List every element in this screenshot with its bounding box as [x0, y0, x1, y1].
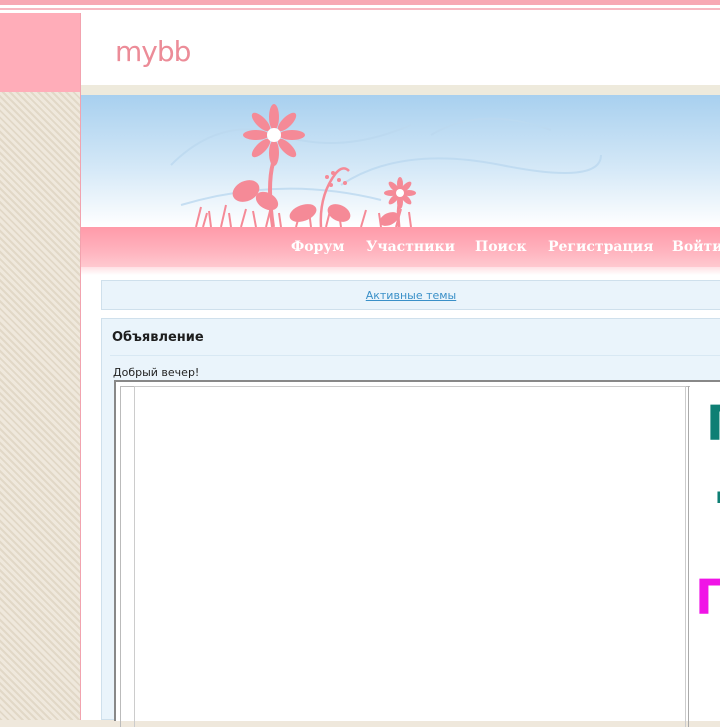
flower-banner-art	[170, 104, 602, 227]
nav-register[interactable]: Регистрация	[548, 239, 654, 255]
announcement-title: Объявление	[112, 330, 204, 345]
top-stripe-thick	[0, 0, 720, 5]
announcement-box: Объявление Добрый вечер! П Н П	[101, 318, 720, 727]
nav-forum[interactable]: Форум	[291, 239, 345, 255]
top-stripes	[0, 0, 720, 13]
nav-search[interactable]: Поиск	[475, 239, 527, 255]
frame-right-panel: П Н П	[688, 386, 720, 727]
active-topics-box: Активные темы	[101, 280, 720, 310]
site-logo[interactable]: mybb	[115, 35, 191, 68]
main-container: mybb we create dialogues Форум Участники…	[81, 13, 720, 727]
flower-sprig	[289, 167, 351, 227]
logo-area: mybb we create dialogues	[81, 13, 720, 91]
announcement-greeting: Добрый вечер!	[113, 366, 200, 379]
nav-shadow	[81, 267, 720, 275]
left-pattern-column	[0, 92, 80, 720]
right-panel-magenta-heading: П	[695, 570, 720, 626]
cream-bar	[81, 85, 720, 95]
nav-users[interactable]: Участники	[366, 239, 455, 255]
active-topics-link[interactable]: Активные темы	[102, 289, 720, 302]
top-stripe-thin	[0, 8, 720, 10]
announcement-divider	[110, 355, 720, 356]
flower-large	[232, 104, 305, 227]
announcement-frame: П Н П	[114, 380, 720, 727]
right-panel-heading: П	[706, 400, 720, 448]
frame-content-area	[134, 386, 686, 727]
nav-login[interactable]: Войти	[672, 239, 720, 255]
left-pink-block	[0, 13, 80, 92]
main-navigation: Форум Участники Поиск Регистрация Войти	[81, 227, 720, 267]
header-banner	[81, 95, 720, 227]
right-panel-subheading: Н	[716, 490, 720, 506]
